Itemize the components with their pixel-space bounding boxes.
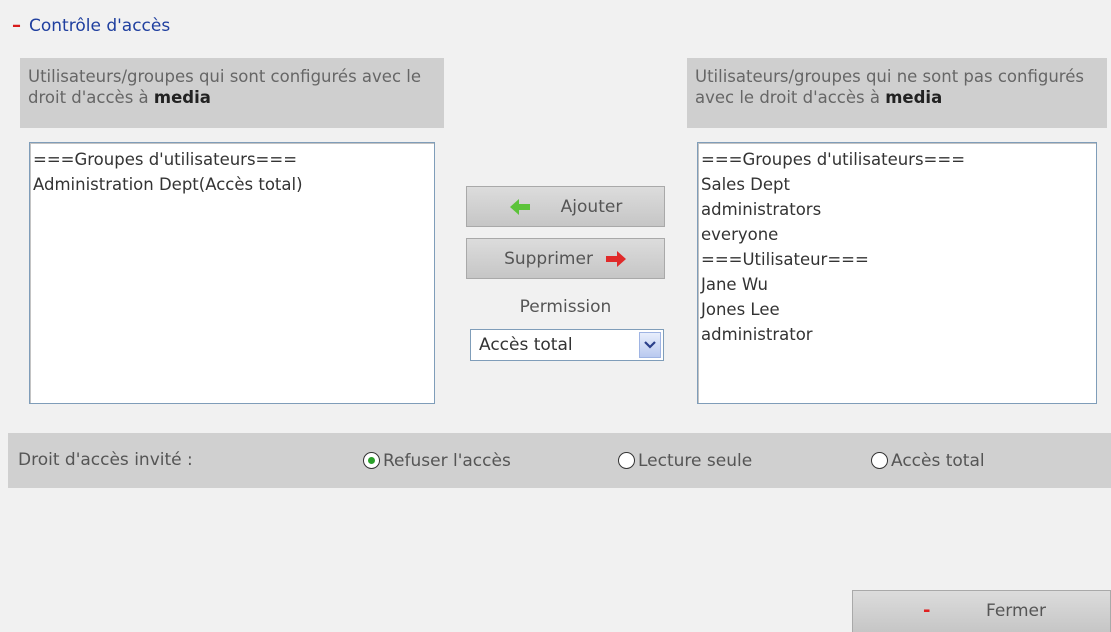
radio-unchecked-icon[interactable] <box>618 452 635 469</box>
list-item[interactable]: administrator <box>701 322 1093 347</box>
permission-label: Permission <box>519 297 612 317</box>
arrow-right-icon <box>605 250 626 267</box>
arrow-left-icon <box>509 198 530 215</box>
unconfigured-users-header: Utilisateurs/groupes qui ne sont pas con… <box>687 58 1107 128</box>
list-item[interactable]: Jane Wu <box>701 272 1093 297</box>
list-item[interactable]: ===Groupes d'utilisateurs=== <box>701 147 1093 172</box>
radio-full-access-label: Accès total <box>891 450 985 471</box>
radio-read-only[interactable]: Lecture seule <box>618 433 752 488</box>
configured-users-header-text: Utilisateurs/groupes qui sont configurés… <box>28 67 422 107</box>
section-title: Contrôle d'accès <box>29 16 171 36</box>
close-button[interactable]: - Fermer <box>852 590 1111 632</box>
configured-users-header: Utilisateurs/groupes qui sont configurés… <box>20 58 444 128</box>
permission-select-value: Accès total <box>479 335 573 355</box>
remove-button-label: Supprimer <box>504 248 593 269</box>
remove-button[interactable]: Supprimer <box>466 238 665 279</box>
minus-icon: - <box>923 600 931 621</box>
section-header-access-control[interactable]: – Contrôle d'accès <box>12 14 170 38</box>
unconfigured-share-name: media <box>885 88 943 107</box>
radio-read-only-label: Lecture seule <box>638 450 753 471</box>
add-button[interactable]: Ajouter <box>466 186 665 227</box>
permission-select[interactable]: Accès total <box>470 329 664 361</box>
list-item[interactable]: ===Utilisateur=== <box>701 247 1093 272</box>
list-item[interactable]: administrators <box>701 197 1093 222</box>
guest-access-label: Droit d'accès invité : <box>18 450 193 470</box>
close-button-label: Fermer <box>986 601 1047 621</box>
radio-deny-access-label: Refuser l'accès <box>383 450 511 471</box>
radio-full-access[interactable]: Accès total <box>871 433 985 488</box>
radio-checked-icon[interactable] <box>363 452 380 469</box>
collapse-minus-icon[interactable]: – <box>12 17 21 35</box>
guest-access-bar: Droit d'accès invité : Refuser l'accès L… <box>8 433 1111 488</box>
list-item[interactable]: ===Groupes d'utilisateurs=== <box>33 147 431 172</box>
unconfigured-users-list[interactable]: ===Groupes d'utilisateurs=== Sales Dept … <box>697 142 1097 404</box>
list-item[interactable]: everyone <box>701 222 1093 247</box>
configured-share-name: media <box>153 88 211 107</box>
list-item[interactable]: Jones Lee <box>701 297 1093 322</box>
list-item[interactable]: Sales Dept <box>701 172 1093 197</box>
add-button-label: Ajouter <box>560 196 623 217</box>
radio-deny-access[interactable]: Refuser l'accès <box>363 433 511 488</box>
chevron-down-icon[interactable] <box>639 332 661 358</box>
configured-users-list[interactable]: ===Groupes d'utilisateurs=== Administrat… <box>29 142 435 404</box>
radio-unchecked-icon[interactable] <box>871 452 888 469</box>
list-item[interactable]: Administration Dept(Accès total) <box>33 172 431 197</box>
